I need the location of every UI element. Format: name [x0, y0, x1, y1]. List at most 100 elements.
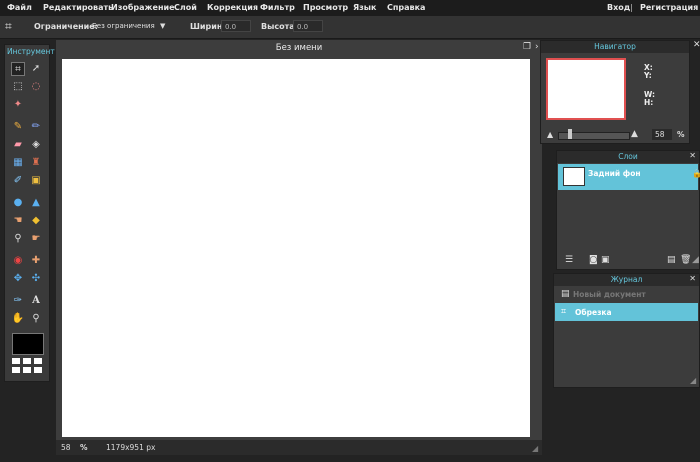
close-icon[interactable]: ›	[535, 42, 539, 52]
history-panel: Журнал ✕ ▤ Новый документ ⌗ Обрезка ◢	[553, 273, 700, 388]
resize-handle-icon[interactable]: ◢	[690, 376, 696, 385]
navigator-zoom-field[interactable]: 58	[652, 129, 672, 140]
gradient-tool-icon[interactable]: ▦	[11, 156, 25, 170]
grid-cell[interactable]	[23, 367, 31, 373]
document-window: Без имени ❐ › 58 % 1179x951 px ◢	[56, 40, 542, 455]
grid-cell[interactable]	[12, 367, 20, 373]
menu-separator: |	[630, 3, 633, 12]
layer-thumbnail	[563, 167, 585, 186]
history-header: Журнал ✕	[554, 274, 699, 286]
history-item-name: Новый документ	[573, 290, 646, 299]
canvas[interactable]	[62, 59, 530, 437]
height-input[interactable]: 0.0	[293, 20, 323, 32]
zoom-unit: %	[80, 443, 88, 452]
dodge-tool-icon[interactable]: ⚲	[11, 232, 25, 246]
history-title: Журнал	[610, 275, 643, 284]
history-row[interactable]: ▤ Новый документ	[555, 287, 698, 301]
crop-icon: ⌗	[5, 19, 12, 33]
layers-panel: Слои ✕ Задний фон 🔒 ☰ ◙ ▣ ▤ 🗑 ◢	[556, 150, 700, 270]
eraser-tool-icon[interactable]: ▰	[11, 138, 25, 152]
menu-image[interactable]: Изображение	[111, 3, 175, 12]
layers-close-icon[interactable]: ✕	[689, 151, 696, 160]
zoom-in-icon[interactable]: ▲	[631, 129, 638, 139]
document-icon: ▤	[561, 289, 570, 299]
y-label: Y:	[644, 71, 652, 80]
type-tool-icon[interactable]: A	[29, 294, 43, 308]
lock-icon[interactable]: 🔒	[692, 169, 700, 178]
layers-title: Слои	[618, 152, 638, 161]
move-tool-icon[interactable]: ➚	[29, 62, 43, 76]
history-item-name: Обрезка	[575, 308, 612, 317]
layer-mask-icon[interactable]: ◙	[589, 255, 598, 265]
layer-name: Задний фон	[588, 169, 641, 178]
marquee-tool-icon[interactable]: ⬚	[11, 80, 25, 94]
menu-language[interactable]: Язык	[353, 3, 376, 12]
width-input[interactable]: 0.0	[221, 20, 251, 32]
history-row-selected[interactable]: ⌗ Обрезка	[555, 303, 698, 321]
navigator-title: Навигатор	[594, 42, 636, 51]
lasso-tool-icon[interactable]: ◌	[29, 80, 43, 94]
sponge-tool-icon[interactable]: ◆	[29, 214, 43, 228]
spot-heal-icon[interactable]: ✚	[29, 254, 43, 268]
color-swatch[interactable]	[12, 333, 44, 355]
smudge-tool-icon[interactable]: ☚	[11, 214, 25, 228]
navigator-header: Навигатор	[541, 41, 689, 53]
maximize-icon[interactable]: ❐	[523, 42, 531, 52]
color-replace-icon[interactable]: ✐	[11, 174, 25, 188]
bloat-tool-icon[interactable]: ✥	[11, 272, 25, 286]
crop-tool-icon[interactable]: ⌗	[11, 62, 25, 76]
color-picker-icon[interactable]: ✑	[11, 294, 25, 308]
menu-edit[interactable]: Редактировать	[43, 3, 113, 12]
brush-tool-icon[interactable]: ✏	[29, 120, 43, 134]
document-title: Без имени	[275, 43, 323, 53]
layer-settings-icon[interactable]: ☰	[565, 255, 573, 265]
zoom-tool-icon[interactable]: ⚲	[29, 312, 43, 326]
menu-help[interactable]: Справка	[387, 3, 425, 12]
resize-handle-icon[interactable]: ◢	[532, 444, 538, 453]
stamp-tool-icon[interactable]: ♜	[29, 156, 43, 170]
navigator-zoom-unit: %	[677, 130, 685, 139]
menu-layer[interactable]: Слой	[174, 3, 197, 12]
zoom-out-icon[interactable]: ▲	[547, 130, 553, 139]
grid-cell[interactable]	[34, 367, 42, 373]
constraint-label: Ограничение:	[34, 22, 98, 31]
menu-adjustments[interactable]: Коррекция	[207, 3, 258, 12]
h-label: H:	[644, 98, 654, 107]
chevron-down-icon[interactable]: ▼	[160, 22, 165, 30]
link-icon[interactable]: ◢	[692, 255, 699, 265]
document-size: 1179x951 px	[106, 443, 156, 452]
options-bar: ⌗ Ограничение: Без ограничения ▼ Ширина:…	[0, 16, 700, 39]
grid-cell[interactable]	[12, 358, 20, 364]
grid-cell[interactable]	[34, 358, 42, 364]
navigator-preview[interactable]	[546, 58, 626, 120]
login-link[interactable]: Вход	[607, 3, 630, 12]
hand-tool-icon[interactable]: ✋	[11, 312, 25, 326]
layers-header: Слои ✕	[557, 151, 699, 163]
pinch-tool-icon[interactable]: ✣	[29, 272, 43, 286]
burn-tool-icon[interactable]: ☛	[29, 232, 43, 246]
register-link[interactable]: Регистрация	[640, 3, 698, 12]
toolbox-title: Инструмент	[7, 47, 55, 56]
menu-file[interactable]: Файл	[7, 3, 32, 12]
pencil-tool-icon[interactable]: ✎	[11, 120, 25, 134]
drawing-tool-icon[interactable]: ▣	[29, 174, 43, 188]
zoom-value[interactable]: 58	[61, 443, 71, 452]
sharpen-tool-icon[interactable]: ▲	[29, 196, 43, 210]
bucket-tool-icon[interactable]: ◈	[29, 138, 43, 152]
grid-cell[interactable]	[23, 358, 31, 364]
magic-wand-icon[interactable]: ✦	[11, 98, 25, 112]
zoom-slider-handle[interactable]	[568, 129, 572, 139]
menu-filter[interactable]: Фильтр	[260, 3, 295, 12]
blur-tool-icon[interactable]: ●	[11, 196, 25, 210]
red-eye-icon[interactable]: ◉	[11, 254, 25, 268]
navigator-zoom-value: 58	[655, 130, 665, 139]
navigator-close-icon[interactable]: ✕	[693, 40, 700, 50]
layer-row[interactable]: Задний фон 🔒	[558, 164, 700, 190]
history-close-icon[interactable]: ✕	[689, 274, 696, 283]
menu-view[interactable]: Просмотр	[303, 3, 348, 12]
new-layer-icon[interactable]: ▤	[667, 255, 676, 265]
delete-layer-icon[interactable]: 🗑	[680, 255, 691, 265]
constraint-select[interactable]: Без ограничения	[92, 22, 155, 30]
crop-icon: ⌗	[561, 307, 567, 317]
add-layer-style-icon[interactable]: ▣	[601, 255, 610, 265]
